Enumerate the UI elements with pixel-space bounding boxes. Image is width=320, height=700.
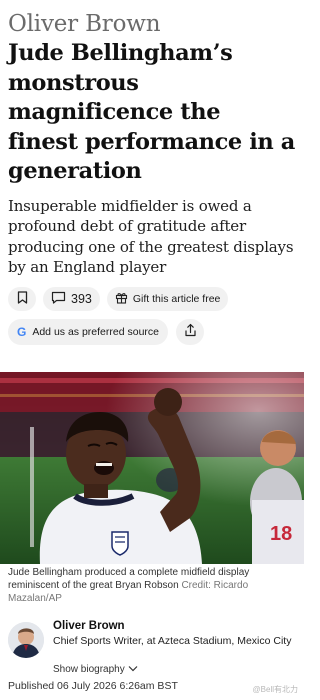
bookmark-button[interactable] xyxy=(8,286,36,311)
comment-icon xyxy=(51,291,66,307)
preferred-source-button[interactable]: G Add us as preferred source xyxy=(8,318,168,345)
preferred-source-label: Add us as preferred source xyxy=(32,325,159,338)
celebration-photo: 18 xyxy=(0,372,304,564)
shirt-number: 18 xyxy=(270,523,292,545)
comments-button[interactable]: 393 xyxy=(43,286,100,311)
author-name[interactable]: Oliver Brown xyxy=(53,620,125,632)
standfirst: Insuperable midfielder is owed a profoun… xyxy=(8,196,294,277)
gift-icon xyxy=(115,291,128,307)
secondary-actions: G Add us as preferred source xyxy=(8,318,296,345)
article-photo[interactable]: 18 xyxy=(0,372,304,564)
bookmark-icon xyxy=(17,290,28,307)
show-biography-label: Show biography xyxy=(53,664,125,675)
share-icon xyxy=(184,323,197,340)
avatar[interactable] xyxy=(8,622,44,658)
google-icon: G xyxy=(17,324,27,339)
gift-label: Gift this article free xyxy=(132,292,221,305)
published-date: Published 06 July 2026 6:26am BST xyxy=(8,680,178,692)
gift-article-button[interactable]: Gift this article free xyxy=(106,286,229,311)
share-button[interactable] xyxy=(176,318,204,345)
article-header: Oliver Brown Jude Bellingham’s monstrous… xyxy=(0,10,304,345)
comments-count: 393 xyxy=(71,291,92,306)
chevron-down-icon xyxy=(128,664,138,675)
author-portrait xyxy=(8,622,44,658)
show-biography-button[interactable]: Show biography xyxy=(53,664,138,675)
author-kicker[interactable]: Oliver Brown xyxy=(8,10,296,38)
image-caption: Jude Bellingham produced a complete midf… xyxy=(8,566,298,605)
author-role: Chief Sports Writer, at Azteca Stadium, … xyxy=(53,635,292,647)
article-actions: 393 Gift this article free xyxy=(8,286,296,311)
headline: Jude Bellingham’s monstrous magnificence… xyxy=(8,40,295,184)
